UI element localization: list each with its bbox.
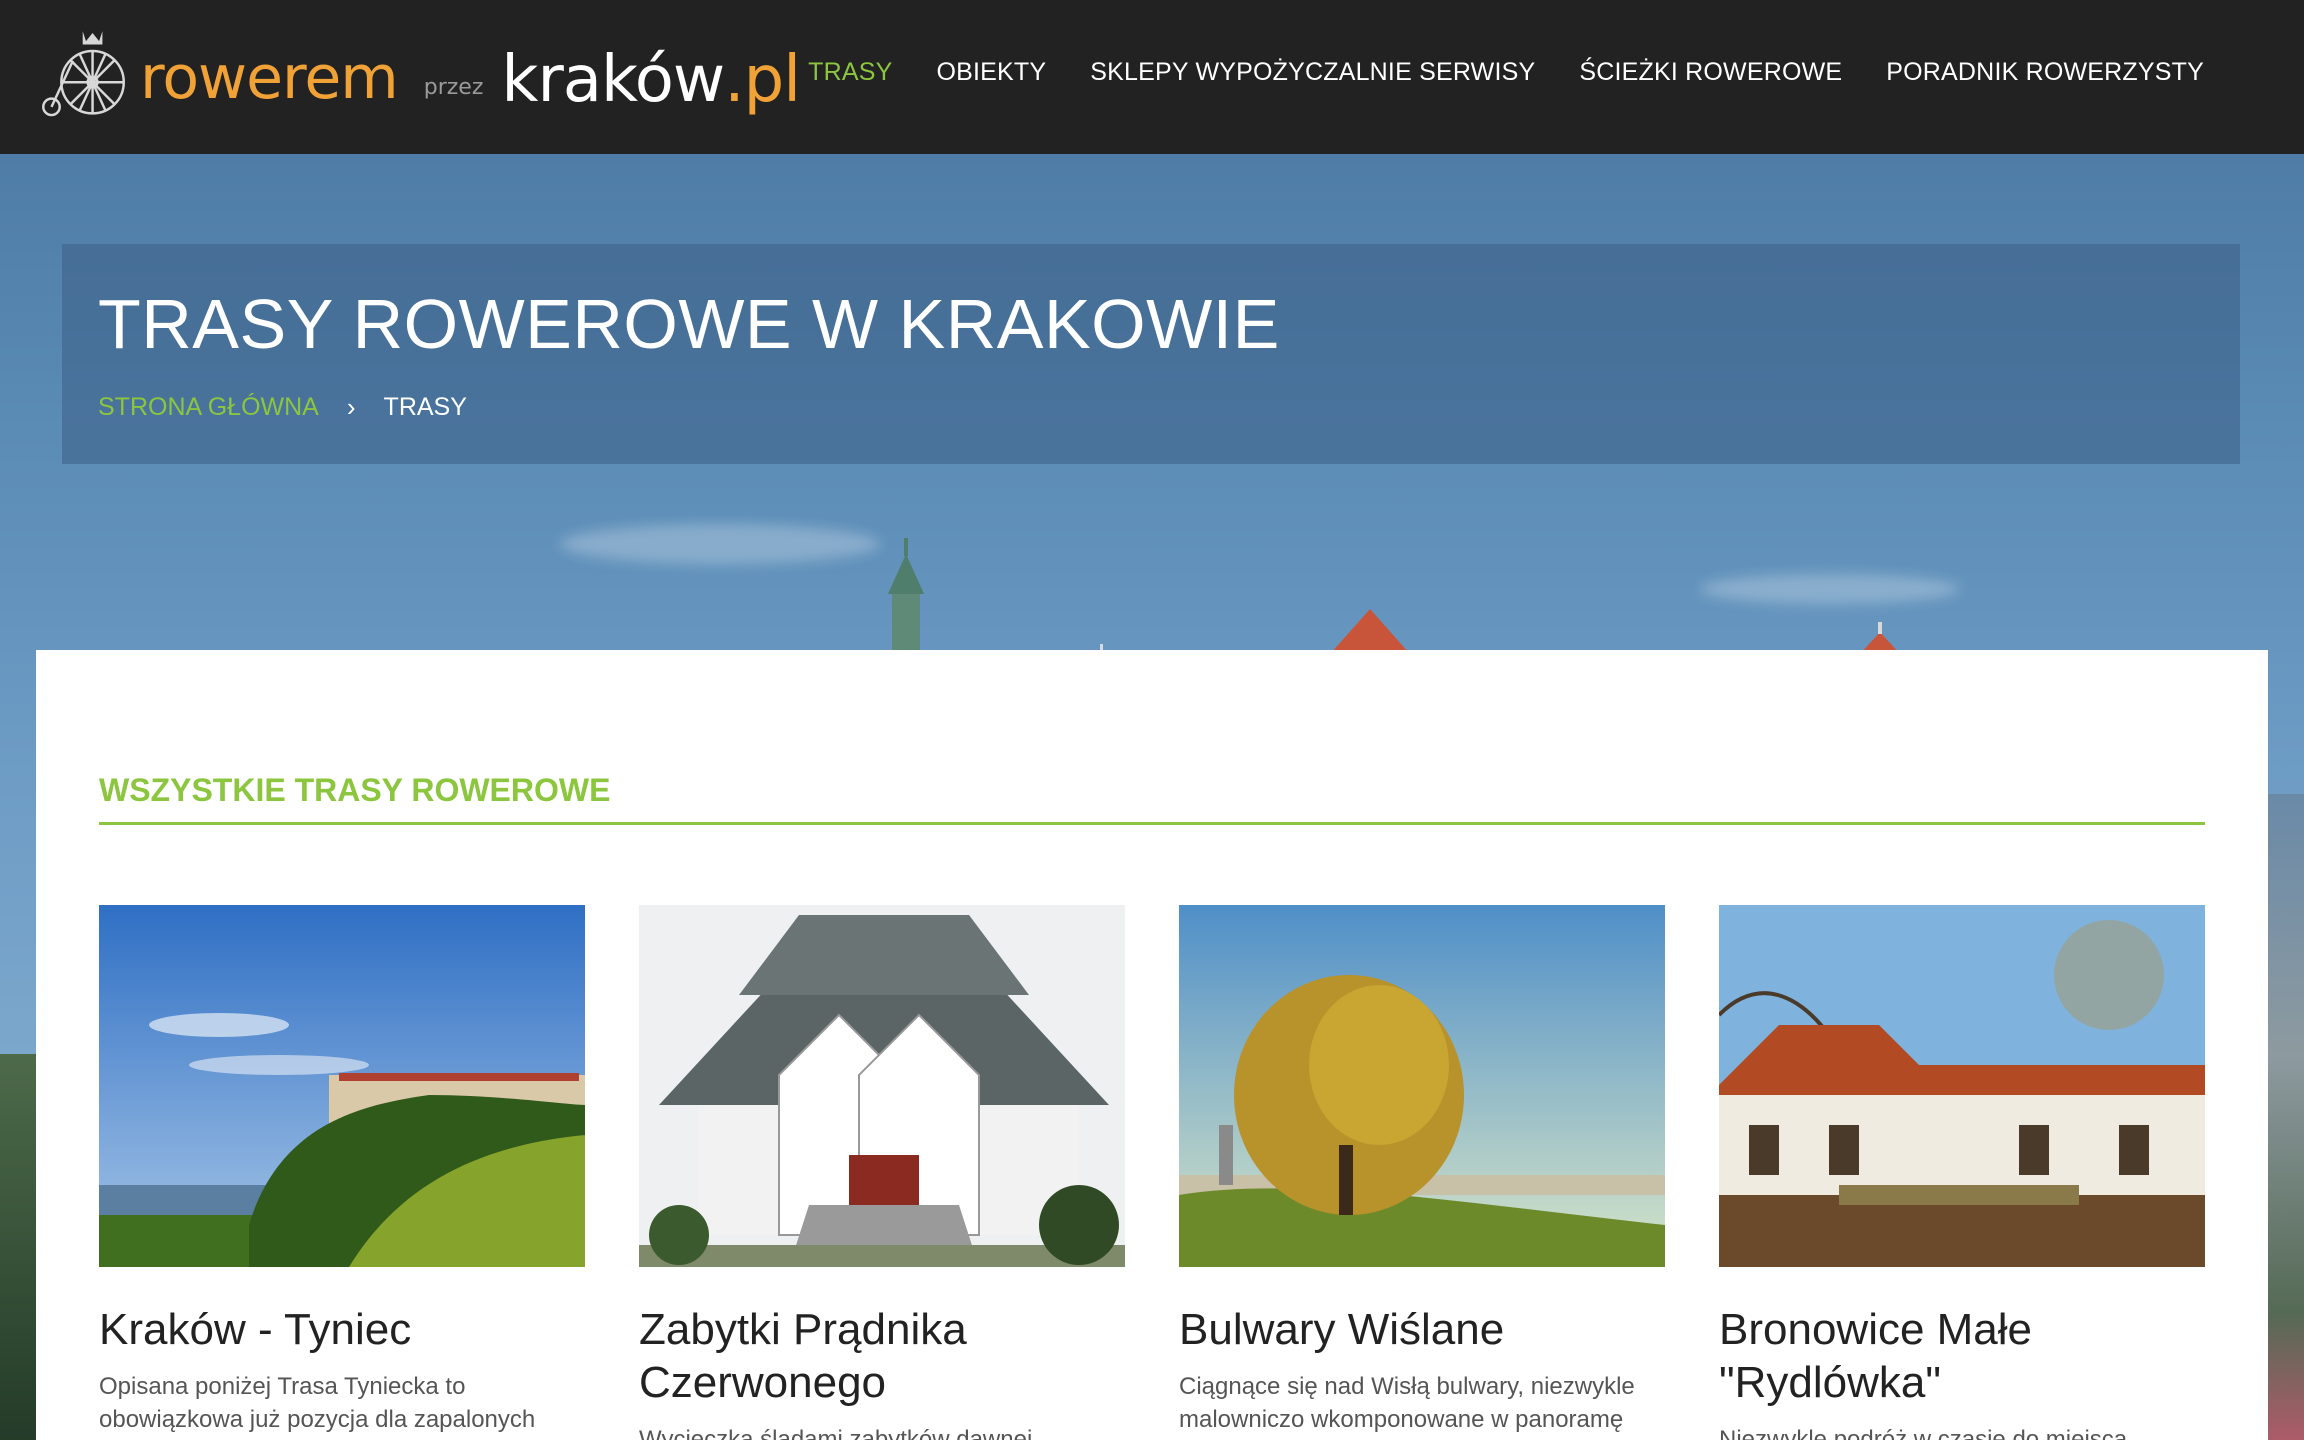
route-card-photo xyxy=(639,905,1125,1267)
section-divider xyxy=(99,822,2205,825)
logo-text-przez: przez xyxy=(423,75,484,100)
route-card-description: Niezwykle podróż w czasie do miejsca xyxy=(1719,1426,2128,1440)
breadcrumb-chevron-icon: › xyxy=(346,392,356,422)
route-card-title[interactable]: Bronowice Małe "Rydlówka" xyxy=(1719,1303,2205,1409)
route-card-image[interactable] xyxy=(1179,905,1665,1267)
route-card-image[interactable] xyxy=(639,905,1125,1267)
section-title: WSZYSTKIE TRASY ROWEROWE xyxy=(99,772,611,808)
route-card-photo xyxy=(1179,905,1665,1267)
penny-farthing-icon xyxy=(42,31,125,117)
site-logo[interactable]: rowerem przez kraków .pl xyxy=(40,10,801,130)
nav-item-sciezki[interactable]: ŚCIEŻKI ROWEROWE xyxy=(1579,58,1842,87)
route-card-bulwary-wislane[interactable]: Bulwary Wiślane Ciągnące się nad Wisłą b… xyxy=(1179,905,1665,1436)
route-card-zabytki-pradnika[interactable]: Zabytki Prądnika Czerwonego Wycieczka śl… xyxy=(639,905,1125,1440)
route-card-title[interactable]: Bulwary Wiślane xyxy=(1179,1303,1665,1356)
route-card-title[interactable]: Zabytki Prądnika Czerwonego xyxy=(639,1303,1125,1409)
hero-skyline-illustration xyxy=(888,538,1900,654)
nav-item-trasy[interactable]: TRASY xyxy=(808,58,892,87)
hero-title-box: TRASY ROWEROWE W KRAKOWIE STRONA GŁÓWNA … xyxy=(62,244,2240,464)
route-card-krakow-tyniec[interactable]: Kraków - Tyniec Opisana poniżej Trasa Ty… xyxy=(99,905,585,1436)
hero-background-edge-left xyxy=(0,1054,36,1440)
route-card-image[interactable] xyxy=(1719,905,2205,1267)
route-card-photo xyxy=(1719,905,2205,1267)
route-card-description: Wycieczka śladami zabytków dawnej xyxy=(639,1426,1033,1440)
route-card-image[interactable] xyxy=(99,905,585,1267)
main-nav: TRASY OBIEKTY SKLEPY WYPOŻYCZALNIE SERWI… xyxy=(764,0,2204,144)
route-card-photo xyxy=(99,905,585,1267)
breadcrumb-home-link[interactable]: STRONA GŁÓWNA xyxy=(98,393,319,422)
content-panel: WSZYSTKIE TRASY ROWEROWE Kraków - Tyniec… xyxy=(36,650,2268,1440)
route-card-title[interactable]: Kraków - Tyniec xyxy=(99,1303,585,1356)
nav-item-poradnik[interactable]: PORADNIK ROWERZYSTY xyxy=(1886,58,2204,87)
route-card-description: Ciągnące się nad Wisłą bulwary, niezwykl… xyxy=(1179,1373,1635,1433)
site-header: rowerem przez kraków .pl TRASY OBIEKTY S… xyxy=(0,0,2304,154)
nav-item-sklepy[interactable]: SKLEPY WYPOŻYCZALNIE SERWISY xyxy=(1090,58,1535,87)
route-card-bronowice-rydlowka[interactable]: Bronowice Małe "Rydlówka" Niezwykle podr… xyxy=(1719,905,2205,1440)
page-title: TRASY ROWEROWE W KRAKOWIE xyxy=(98,285,1280,363)
hero-background-edge-right xyxy=(2268,794,2304,1440)
logo-text-krakow: kraków xyxy=(501,43,725,117)
breadcrumb-current: TRASY xyxy=(383,393,467,421)
logo-text-rowerem: rowerem xyxy=(139,43,399,113)
route-card-description: Opisana poniżej Trasa Tyniecka to obowią… xyxy=(99,1373,536,1433)
breadcrumb: STRONA GŁÓWNA › TRASY xyxy=(98,392,467,423)
hero-cloud xyxy=(560,524,880,564)
nav-item-obiekty[interactable]: OBIEKTY xyxy=(937,58,1047,87)
